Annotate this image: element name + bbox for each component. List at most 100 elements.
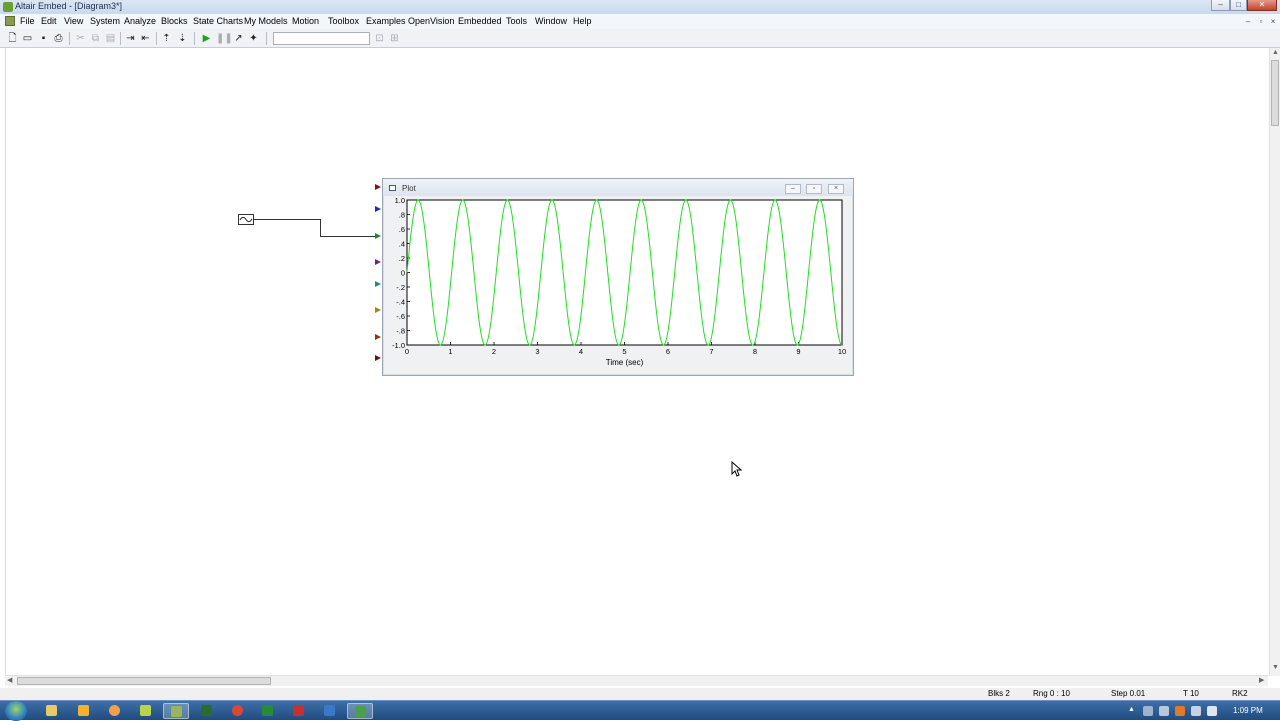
x-tick-label: 9 (796, 347, 800, 356)
close-button[interactable]: ✕ (1247, 0, 1277, 11)
plot-input-port-5[interactable] (375, 281, 381, 287)
x-tick-label: 4 (579, 347, 583, 356)
horizontal-scroll-thumb[interactable] (17, 677, 271, 685)
menu-help[interactable]: Help (573, 16, 592, 26)
y-tick-label: -1.0 (392, 341, 405, 350)
maximize-button[interactable]: □ (1230, 0, 1247, 11)
save-icon[interactable]: ▪ (37, 32, 50, 45)
toolbar-separator (120, 32, 121, 45)
menu-tools[interactable]: Tools (506, 16, 527, 26)
taskbar-clock[interactable]: 1:09 PM (1233, 706, 1263, 715)
menu-file[interactable]: File (20, 16, 35, 26)
pause-icon[interactable]: ❚❚ (216, 32, 233, 45)
plot-input-port-3[interactable] (375, 233, 381, 239)
run-icon[interactable]: ▶ (200, 32, 213, 45)
sinusoid-block[interactable] (238, 214, 254, 225)
outlook-alt-icon[interactable] (317, 703, 343, 719)
connection-wire[interactable] (320, 219, 321, 236)
plot-close-button[interactable]: × (828, 184, 844, 194)
scroll-down-icon[interactable]: ▼ (1272, 664, 1279, 671)
find-icon[interactable]: ⊡ (373, 32, 386, 45)
plot-input-port-1[interactable] (375, 184, 381, 190)
mdi-minimize-button[interactable]: – (1242, 16, 1254, 27)
minimize-button[interactable]: – (1211, 0, 1230, 11)
plot-window[interactable]: Plot – ▫ × 1.0.8.6.4.2 0 -.2 -.4 -.6 -.8 -1.0 0… (382, 178, 854, 376)
document-icon[interactable] (5, 16, 15, 26)
open-folder-icon[interactable]: ▭ (21, 32, 34, 45)
find-next-icon[interactable]: ⊞ (388, 32, 401, 45)
plot-input-port-7[interactable] (375, 334, 381, 340)
status-block-count: Blks 2 (988, 689, 1010, 698)
menu-window[interactable]: Window (535, 16, 567, 26)
camtasia-icon[interactable] (347, 703, 373, 719)
tray-volume-icon[interactable] (1207, 706, 1217, 716)
window-title: Altair Embed - [Diagram3*] (15, 1, 123, 11)
chrome-icon[interactable] (225, 703, 251, 719)
plot-window-icon (389, 185, 396, 191)
plot-input-port-4[interactable] (375, 259, 381, 265)
print-icon[interactable]: ⎙ (52, 32, 65, 45)
sine-wave-icon (239, 216, 253, 223)
horizontal-scrollbar[interactable]: ◀ ▶ (5, 675, 1268, 686)
search-input[interactable] (273, 32, 370, 45)
menu-openvision[interactable]: OpenVision (408, 16, 454, 26)
outlook-icon[interactable] (102, 703, 128, 719)
menu-view[interactable]: View (64, 16, 83, 26)
connection-wire[interactable] (320, 236, 377, 237)
tray-flag-icon[interactable] (1175, 706, 1185, 716)
scroll-right-icon[interactable]: ▶ (1259, 676, 1264, 684)
plot-input-port-6[interactable] (375, 307, 381, 313)
menubar: File Edit View System Analyze Blocks Sta… (0, 14, 1280, 29)
menu-edit[interactable]: Edit (41, 16, 57, 26)
new-file-icon[interactable]: 🗋 (6, 32, 19, 45)
y-tick-label: -.4 (396, 298, 405, 307)
y-tick-label: .6 (399, 225, 405, 234)
menu-analyze[interactable]: Analyze (124, 16, 156, 26)
app-titlebar: Altair Embed - [Diagram3*] – □ ✕ (0, 0, 1280, 14)
copy-icon[interactable]: ⧉ (89, 32, 102, 45)
menu-motion[interactable]: Motion (292, 16, 319, 26)
plot-input-port-8[interactable] (375, 355, 381, 361)
tray-connection-icon[interactable] (1191, 706, 1201, 716)
plot-minimize-button[interactable]: – (785, 184, 801, 194)
start-orb[interactable] (5, 701, 27, 721)
disconnect-icon[interactable]: ⇤ (139, 32, 152, 45)
plot-maximize-button[interactable]: ▫ (806, 184, 822, 194)
mdi-restore-button[interactable]: ▫ (1255, 16, 1267, 27)
mdi-close-button[interactable]: × (1267, 16, 1279, 27)
go-down-icon[interactable]: ⇣ (176, 32, 189, 45)
menu-state-charts[interactable]: State Charts (193, 16, 243, 26)
vertical-scrollbar[interactable]: ▲ ▼ (1269, 48, 1280, 676)
connect-icon[interactable]: ⇥ (124, 32, 137, 45)
tray-expand-icon[interactable]: ▲ (1128, 706, 1135, 716)
tray-display-icon[interactable] (1159, 706, 1169, 716)
menu-my-models[interactable]: My Models (244, 16, 288, 26)
tray-network-icon[interactable] (1143, 706, 1153, 716)
vertical-scroll-thumb[interactable] (1271, 60, 1279, 126)
paste-icon[interactable]: ▤ (104, 32, 117, 45)
scroll-up-icon[interactable]: ▲ (1272, 49, 1279, 56)
x-tick-label: 6 (666, 347, 670, 356)
plot-input-port-2[interactable] (375, 206, 381, 212)
menu-embedded[interactable]: Embedded (458, 16, 502, 26)
excel-icon[interactable] (255, 703, 281, 719)
status-time: T 10 (1183, 689, 1199, 698)
altair-icon[interactable] (163, 703, 189, 719)
acrobat-icon[interactable] (286, 703, 312, 719)
x-axis-label: Time (sec) (606, 358, 644, 367)
stop-icon[interactable]: ✦ (247, 32, 260, 45)
paint-icon[interactable] (71, 703, 97, 719)
scroll-left-icon[interactable]: ◀ (7, 676, 12, 684)
menu-toolbox[interactable]: Toolbox (328, 16, 359, 26)
menu-system[interactable]: System (90, 16, 120, 26)
menu-examples[interactable]: Examples (366, 16, 406, 26)
plot-titlebar[interactable]: Plot – ▫ × (383, 179, 853, 196)
go-up-icon[interactable]: ⇡ (160, 32, 173, 45)
step-icon[interactable]: ↗ (232, 32, 245, 45)
sigma-icon[interactable] (194, 703, 220, 719)
explorer-icon[interactable] (39, 703, 65, 719)
cut-icon[interactable]: ✂ (74, 32, 87, 45)
connection-wire[interactable] (254, 219, 320, 220)
menu-blocks[interactable]: Blocks (161, 16, 188, 26)
notepad-icon[interactable] (133, 703, 159, 719)
